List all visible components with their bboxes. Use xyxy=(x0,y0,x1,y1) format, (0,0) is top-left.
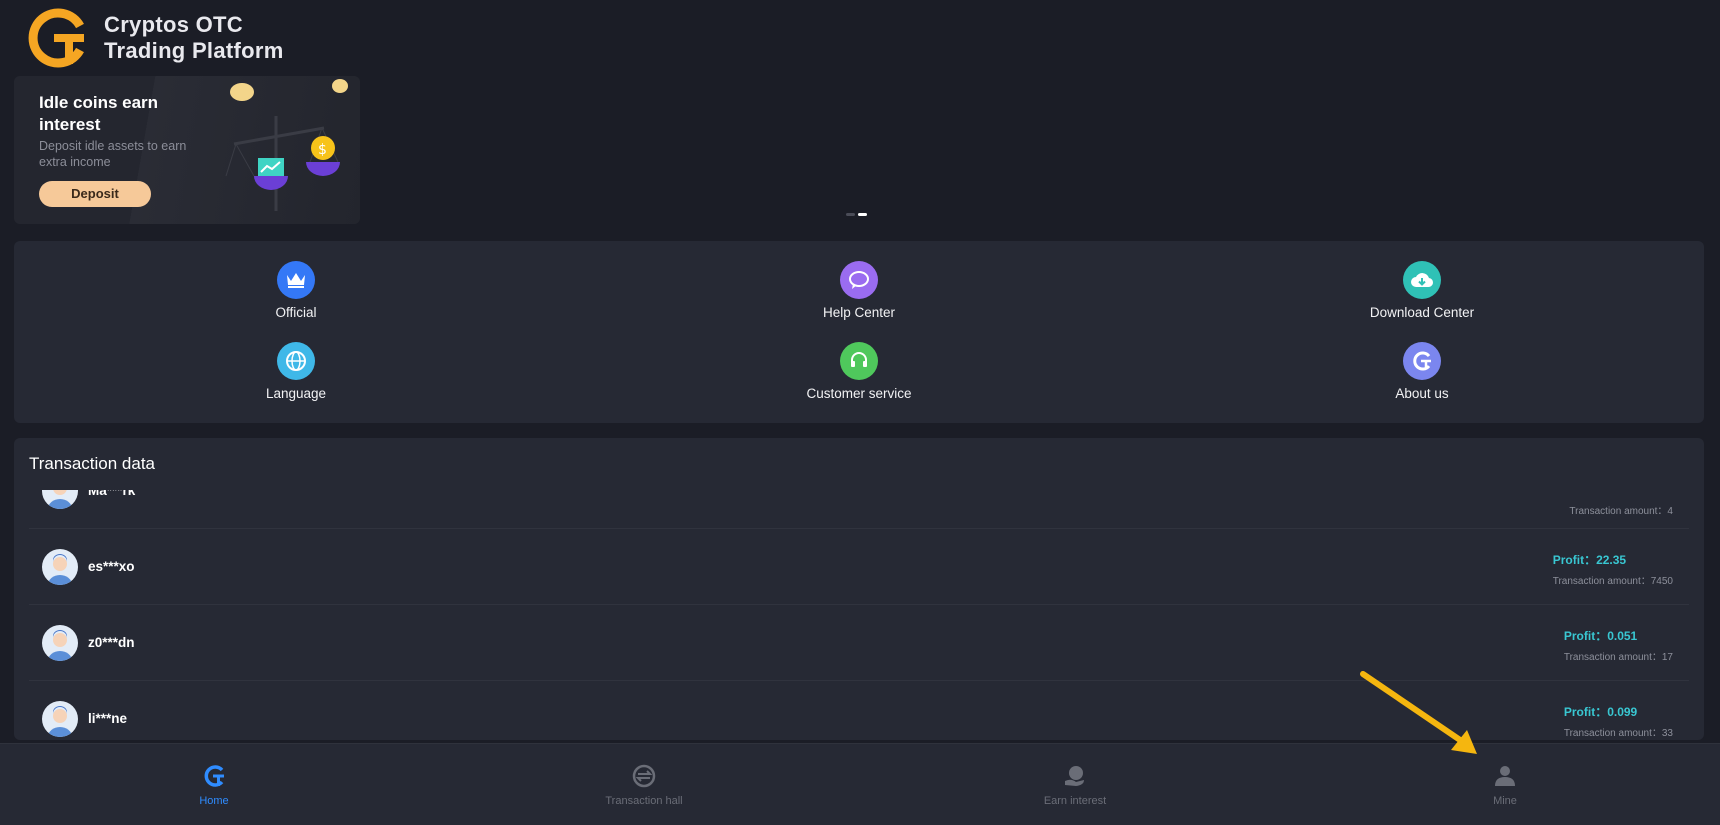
menu-item-official[interactable]: Official xyxy=(196,261,396,320)
header: Cryptos OTC Trading Platform xyxy=(28,6,284,70)
user-icon xyxy=(1492,763,1518,789)
transaction-amount: Transaction amount：7450 xyxy=(1552,576,1673,587)
menu-label: Customer service xyxy=(806,386,912,401)
nav-item-earn-interest[interactable]: Earn interest xyxy=(975,744,1175,825)
brand-name: Cryptos OTC Trading Platform xyxy=(104,12,284,64)
profit-value: Profit：0.051 xyxy=(1563,629,1638,643)
nav-item-transaction-hall[interactable]: Transaction hall xyxy=(544,744,744,825)
deposit-button[interactable]: Deposit xyxy=(39,181,151,207)
menu-label: Help Center xyxy=(822,305,896,320)
carousel-dot[interactable] xyxy=(846,213,855,216)
menu-item-help-center[interactable]: Help Center xyxy=(759,261,959,320)
carousel-dot-active[interactable] xyxy=(858,213,867,216)
avatar xyxy=(42,625,78,661)
transaction-amount: Transaction amount：17 xyxy=(1563,652,1673,663)
exchange-icon xyxy=(631,763,657,789)
promo-banner[interactable]: Idle coins earn interest Deposit idle as… xyxy=(14,76,360,224)
menu-item-customer-service[interactable]: Customer service xyxy=(759,342,959,401)
table-row: z0***dn Profit：0.051 Transaction amount：… xyxy=(29,604,1689,680)
transaction-info: Profit：0.051 Transaction amount：17 xyxy=(1564,627,1673,663)
brand-line-2: Trading Platform xyxy=(104,38,284,63)
table-row: es***xo Profit：22.35 Transaction amount：… xyxy=(29,528,1689,604)
transaction-info: Transaction amount：4 xyxy=(1569,498,1673,517)
trader-name: z0***dn xyxy=(88,635,135,650)
trader-name: li***ne xyxy=(88,711,128,726)
banner-subtitle: Deposit idle assets to earn extra income xyxy=(39,139,187,169)
menu-label: About us xyxy=(1395,386,1449,401)
transaction-data-title: Transaction data xyxy=(29,454,155,473)
menu-label: Official xyxy=(275,305,317,320)
avatar xyxy=(42,490,78,509)
menu-item-download-center[interactable]: Download Center xyxy=(1322,261,1522,320)
banner-title: Idle coins earn interest xyxy=(39,93,159,134)
brand-line-1: Cryptos OTC xyxy=(104,12,243,37)
table-row: Ma***rk Transaction amount：4 xyxy=(29,490,1689,528)
transaction-amount: Transaction amount：33 xyxy=(1563,728,1673,739)
nav-label: Mine xyxy=(1493,795,1517,807)
transaction-info: Profit：22.35 Transaction amount：7450 xyxy=(1553,551,1673,587)
transaction-list[interactable]: Ma***rk Transaction amount：4 es***xo Pro… xyxy=(29,490,1689,740)
menu-item-about-us[interactable]: About us xyxy=(1322,342,1522,401)
avatar xyxy=(42,701,78,737)
headset-icon xyxy=(840,342,878,380)
brand-logo-icon xyxy=(28,8,88,68)
nav-label: Home xyxy=(199,795,229,807)
crown-icon xyxy=(277,261,315,299)
nav-label: Earn interest xyxy=(1043,795,1107,807)
transaction-data-panel: Transaction data Ma***rk Transaction amo… xyxy=(14,438,1704,740)
trader-name: Ma***rk xyxy=(88,490,136,498)
carousel-indicator[interactable] xyxy=(846,213,867,216)
transaction-amount: Transaction amount：4 xyxy=(1569,506,1673,517)
balance-scale-illustration: $ xyxy=(225,79,348,211)
avatar xyxy=(42,549,78,585)
trader-name: es***xo xyxy=(88,559,135,574)
logo-g-icon xyxy=(201,763,227,789)
menu-item-language[interactable]: Language xyxy=(196,342,396,401)
profit-value: Profit：0.099 xyxy=(1563,705,1638,719)
menu-label: Download Center xyxy=(1369,305,1475,320)
chat-bubble-icon xyxy=(840,261,878,299)
transaction-info: Profit：0.099 Transaction amount：33 xyxy=(1564,703,1673,739)
nav-item-home[interactable]: Home xyxy=(114,744,314,825)
menu-label: Language xyxy=(265,386,327,401)
profit-value: Profit：22.35 xyxy=(1552,553,1627,567)
cloud-download-icon xyxy=(1403,261,1441,299)
logo-g-icon xyxy=(1403,342,1441,380)
quick-menu: Official Help Center Download Center Lan… xyxy=(14,241,1704,423)
coin-hand-icon xyxy=(1062,763,1088,789)
bottom-nav: Home Transaction hall Earn interest Mine xyxy=(0,743,1720,825)
table-row: li***ne Profit：0.099 Transaction amount：… xyxy=(29,680,1689,740)
nav-item-mine[interactable]: Mine xyxy=(1405,744,1605,825)
svg-text:$: $ xyxy=(318,142,327,158)
nav-label: Transaction hall xyxy=(605,795,683,807)
globe-icon xyxy=(277,342,315,380)
